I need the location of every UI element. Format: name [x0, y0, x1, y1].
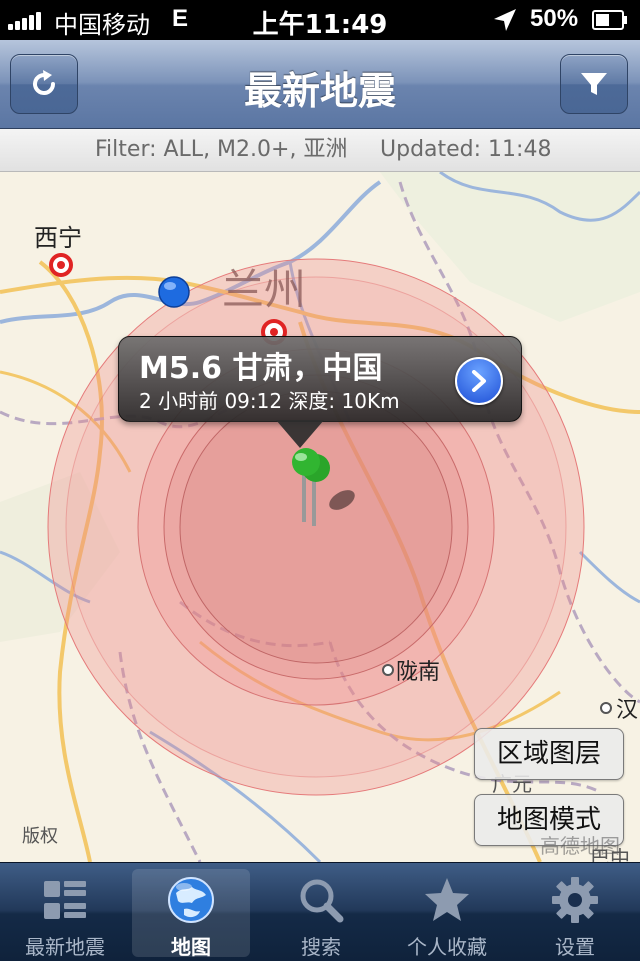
- tab-bar: 最新地震 地图 搜索 个人收藏 设置: [0, 862, 640, 961]
- filter-summary: Filter: ALL, M2.0+, 亚洲: [95, 137, 348, 162]
- globe-icon: [168, 877, 214, 923]
- detail-disclosure-button[interactable]: [455, 357, 503, 405]
- battery-icon: [592, 10, 627, 30]
- copyright-link[interactable]: 版权: [22, 822, 58, 848]
- tab-label: 搜索: [301, 935, 341, 959]
- filter-summary-bar: Filter: ALL, M2.0+, 亚洲 Updated: 11:48: [0, 129, 640, 172]
- callout-subtitle: 2 小时前 09:12 深度: 10Km: [139, 389, 400, 413]
- page-title: 最新地震: [243, 69, 396, 113]
- current-location-icon[interactable]: [156, 274, 192, 310]
- updated-time: Updated: 11:48: [380, 137, 552, 162]
- status-bar: 中国移动 E 上午11:49 50%: [0, 0, 640, 40]
- battery-percent: 50%: [530, 5, 579, 32]
- city-label-lanzhou: 兰州: [222, 265, 307, 314]
- tab-label: 最新地震: [25, 935, 105, 959]
- navigation-bar: 最新地震: [0, 40, 640, 129]
- tab-label: 个人收藏: [407, 935, 487, 959]
- tab-label: 地图: [171, 935, 211, 959]
- filter-button[interactable]: [560, 54, 628, 114]
- tab-latest-earthquakes[interactable]: 最新地震: [6, 869, 124, 959]
- filter-funnel-icon: [581, 73, 607, 95]
- star-icon: [425, 878, 469, 921]
- callout-title: M5.6 甘肃，中国: [139, 351, 383, 386]
- search-icon: [300, 879, 344, 923]
- tab-favorites[interactable]: 个人收藏: [388, 869, 506, 959]
- tab-label: 设置: [555, 935, 595, 959]
- tab-search[interactable]: 搜索: [262, 869, 380, 959]
- callout-pointer: [276, 420, 324, 448]
- tab-settings[interactable]: 设置: [516, 869, 634, 959]
- location-arrow-icon: [494, 9, 516, 31]
- chevron-right-icon: [472, 370, 486, 392]
- region-layer-button[interactable]: 区域图层: [474, 728, 624, 780]
- gear-icon: [552, 877, 598, 923]
- xining-marker-icon: [49, 253, 73, 277]
- city-label-han: 汉: [616, 698, 639, 723]
- earthquake-pin-icon[interactable]: [286, 446, 366, 536]
- map-provider-logo: 高德地图: [540, 834, 620, 858]
- earthquake-callout[interactable]: M5.6 甘肃，中国 2 小时前 09:12 深度: 10Km: [118, 336, 522, 422]
- tab-map[interactable]: 地图: [132, 869, 250, 959]
- city-label-longnan: 陇南: [396, 660, 441, 685]
- han-marker-icon: [600, 702, 612, 714]
- city-label-xining: 西宁: [34, 224, 82, 252]
- list-icon: [44, 881, 86, 919]
- longnan-marker-icon: [382, 664, 394, 676]
- earthquake-map[interactable]: 西宁 兰州 陇南 汉 广元 巴中 M5.6 甘肃，中国 2 小时前 09:12 …: [0, 172, 640, 862]
